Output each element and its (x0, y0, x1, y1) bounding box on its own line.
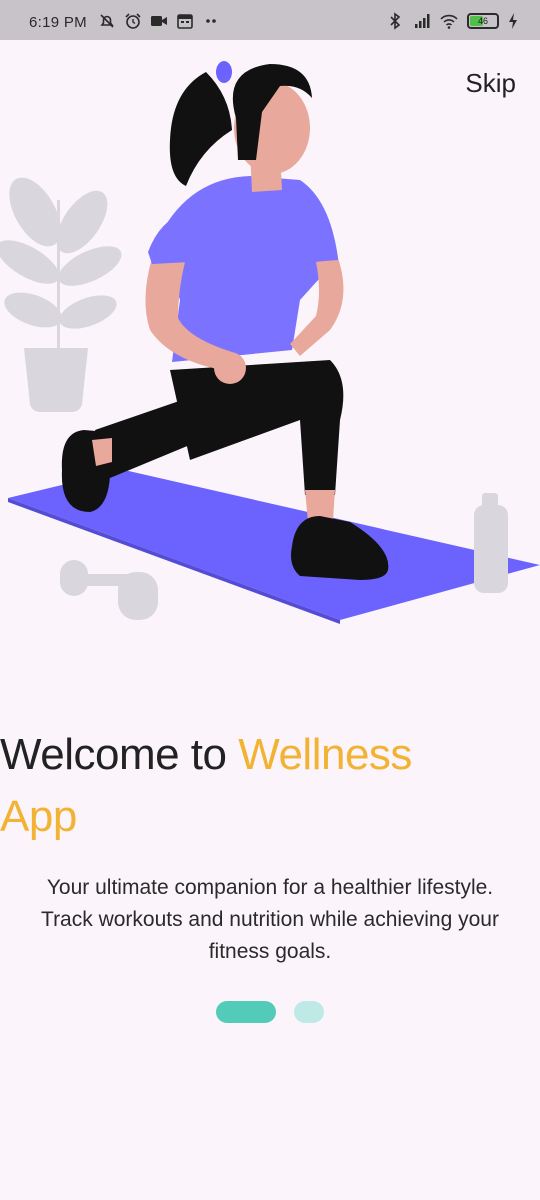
wifi-icon (440, 12, 458, 30)
status-icons-right: 46 (386, 12, 518, 30)
status-time: 6:19 PM (29, 14, 87, 31)
page-dot[interactable] (294, 1001, 324, 1023)
title-prefix: Welcome to (0, 730, 239, 779)
workout-illustration (0, 61, 540, 624)
bluetooth-icon (386, 12, 404, 30)
page-dot-active[interactable] (216, 1001, 276, 1023)
calendar-icon (176, 12, 194, 30)
plant-icon (0, 177, 122, 413)
video-icon (150, 12, 168, 30)
battery-icon: 46 (467, 13, 499, 29)
dumbbell-icon (60, 560, 158, 620)
notifications-off-icon (98, 12, 116, 30)
charging-icon (508, 12, 518, 30)
page-subtitle: Your ultimate companion for a healthier … (41, 876, 499, 963)
more-dots-icon (202, 12, 220, 30)
battery-level: 46 (477, 16, 488, 26)
signal-icon (413, 12, 431, 30)
status-bar: 6:19 PM 46 (0, 0, 540, 40)
title-accent: Wellness (238, 730, 412, 779)
page-title: Welcome to Wellness App (0, 724, 540, 848)
water-bottle-icon (474, 493, 508, 593)
status-icons-left (98, 12, 220, 30)
title-suffix: App (0, 792, 77, 841)
alarm-icon (124, 12, 142, 30)
